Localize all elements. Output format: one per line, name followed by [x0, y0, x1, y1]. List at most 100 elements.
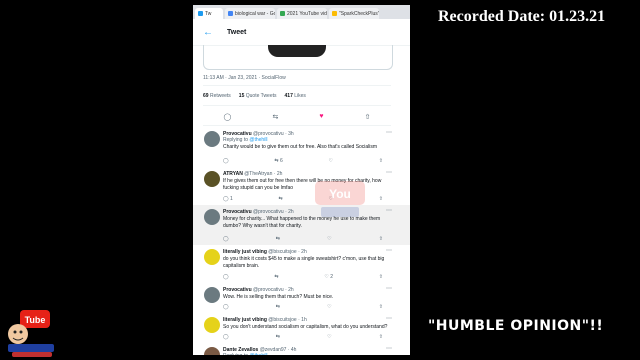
share-icon[interactable]: ⇧ [379, 274, 383, 280]
reply-tweet[interactable]: literally just vibing @biscuitsjoe · 1h ⋯… [193, 313, 410, 343]
reply-icon[interactable]: ◯ 1 [223, 196, 233, 202]
reply-author-handle[interactable]: @provocativu [253, 209, 284, 215]
reply-icon[interactable]: ◯ [223, 158, 229, 164]
avatar[interactable] [204, 131, 220, 147]
browser-tab[interactable]: Tw [195, 8, 223, 19]
arrow-left-icon[interactable]: ← [203, 27, 213, 38]
tweet-timestamp: 11:13 AM · Jan 23, 2021 · SocialFlow [203, 75, 286, 81]
more-icon[interactable]: ⋯ [386, 315, 392, 322]
retweet-icon-glyph: ⇆ [275, 304, 280, 310]
retweets-stat[interactable]: 69 Retweets [203, 93, 231, 99]
reply-time: · 4h [287, 347, 297, 353]
reply-icon[interactable]: ◯ [223, 304, 229, 310]
reply-author-name[interactable]: literally just vibing [223, 317, 267, 323]
heart-icon[interactable]: ♡ [327, 236, 331, 242]
reply-author-name[interactable]: literally just vibing [223, 249, 267, 255]
reply-icon-glyph: ◯ [223, 304, 229, 310]
tab-bar: Tw biological war - Google Se 2021 YouTube… [193, 5, 410, 19]
browser-tab[interactable]: biological war - Google Se [225, 8, 275, 19]
reply-tweet[interactable]: Provocativu @provocativu · 2h ⋯ Wow. He is… [193, 283, 410, 313]
more-icon[interactable]: ⋯ [386, 247, 392, 254]
heart-icon[interactable]: ♡ [327, 334, 331, 340]
replying-to-handle[interactable]: @thehill [249, 353, 267, 355]
reply-header: Provocativu @provocativu · 2h [223, 209, 294, 215]
replying-to-label: Replying to [223, 353, 248, 355]
reply-author-handle[interactable]: @biscuitsjoe [268, 249, 296, 255]
share-icon[interactable]: ⇧ [365, 113, 371, 121]
retweet-icon[interactable]: ⇆ [279, 196, 283, 202]
reply-tweet[interactable]: Dante Zevallos @zevdan97 · 4h⋯Replying t… [193, 343, 410, 355]
reply-tweet[interactable]: literally just vibing @biscuitsjoe · 2h ⋯… [193, 245, 410, 283]
avatar[interactable] [204, 249, 220, 265]
reply-author-handle[interactable]: @TheAtryan [244, 171, 272, 177]
reply-tweet[interactable]: ATRYAN @TheAtryan · 2h ⋯ If he gives them … [193, 167, 410, 205]
replying-to: Replying to @thehill [223, 353, 268, 355]
tweet-media[interactable] [203, 45, 393, 70]
retweet-icon[interactable]: ⇆ [272, 113, 278, 121]
share-icon[interactable]: ⇧ [379, 196, 383, 202]
retweet-icon[interactable]: ⇆ [276, 334, 280, 340]
share-icon[interactable]: ⇧ [379, 158, 383, 164]
divider [203, 125, 391, 126]
reply-icon[interactable]: ◯ [223, 274, 229, 280]
retweet-icon-glyph: ⇆ [274, 158, 279, 164]
reply-icon[interactable]: ◯ [224, 113, 232, 121]
replying-to-label: Replying to [223, 137, 249, 143]
heart-icon[interactable]: ♡ 2 [324, 274, 333, 280]
page-title: Tweet [227, 28, 247, 36]
avatar[interactable] [204, 317, 220, 333]
heart-icon[interactable]: ♡ [327, 304, 331, 310]
more-icon[interactable]: ⋯ [386, 207, 392, 214]
heart-icon[interactable]: ♥ [319, 113, 323, 121]
replying-to-handle[interactable]: @thehill [249, 137, 267, 143]
channel-logo: Tube [8, 310, 54, 357]
reply-tweet[interactable]: Provocativu @provocativu · 3h ⋯ Replying t… [193, 127, 410, 167]
browser-tab[interactable]: 2021 YouTube videos - Goo [277, 8, 327, 19]
retweet-icon[interactable]: ⇆ [276, 304, 280, 310]
more-icon[interactable]: ⋯ [386, 169, 392, 176]
reply-icon[interactable]: ◯ [223, 334, 229, 340]
share-icon[interactable]: ⇧ [379, 236, 383, 242]
more-icon[interactable]: ⋯ [386, 285, 392, 292]
share-icon[interactable]: ⇧ [379, 334, 383, 340]
avatar[interactable] [204, 171, 220, 187]
reply-icon-glyph: ◯ [223, 196, 229, 202]
tweet-header: ← Tweet [193, 19, 410, 46]
heart-icon[interactable]: ♡ [329, 158, 333, 164]
sweatshirt-image [268, 45, 326, 57]
action-count: 6 [279, 158, 283, 164]
reply-author-name[interactable]: Provocativu [223, 209, 252, 215]
quote-tweets-stat[interactable]: 15 Quote Tweets [239, 93, 277, 99]
humble-opinion-caption: "HUMBLE OPINION"!! [428, 318, 604, 334]
reply-author-handle[interactable]: @biscuitsjoe [268, 317, 296, 323]
reply-text: So you don't understand socialism or cap… [223, 324, 388, 330]
tab-label: "SparkCheckPlus" Online [339, 10, 379, 17]
reply-icon-glyph: ◯ [223, 236, 229, 242]
retweet-icon-glyph: ⇆ [275, 334, 280, 340]
reply-time: · 2h [285, 287, 294, 293]
heart-icon-glyph: ♡ [327, 334, 332, 340]
reply-author-name[interactable]: ATRYAN [223, 171, 243, 177]
retweet-icon[interactable]: ⇆ 6 [274, 158, 282, 164]
avatar[interactable] [204, 209, 220, 225]
retweet-icon[interactable]: ⇆ [276, 236, 280, 242]
reply-time: · 2h [285, 209, 294, 215]
reply-icon-glyph: ◯ [223, 158, 229, 164]
reply-author-name[interactable]: Provocativu [223, 287, 252, 293]
share-icon[interactable]: ⇧ [379, 304, 383, 310]
reply-icon[interactable]: ◯ [223, 236, 229, 242]
likes-stat[interactable]: 417 Likes [285, 93, 306, 99]
tab-favicon-icon [332, 11, 337, 16]
reply-text: Wow. He is selling them that much? Must … [223, 294, 334, 300]
retweet-icon-glyph: ⇆ [275, 236, 280, 242]
reply-tweet[interactable]: Provocativu @provocativu · 2h ⋯ Money for … [193, 205, 410, 245]
browser-tab[interactable]: "SparkCheckPlus" Online [329, 8, 379, 19]
more-icon[interactable]: ⋯ [386, 345, 392, 352]
avatar[interactable] [204, 287, 220, 303]
tab-favicon-icon [228, 11, 233, 16]
reply-author-handle[interactable]: @provocativu [253, 287, 284, 293]
more-icon[interactable]: ⋯ [386, 129, 392, 136]
retweet-icon[interactable]: ⇆ [274, 274, 278, 280]
reply-header: Provocativu @provocativu · 2h [223, 287, 294, 293]
avatar[interactable] [204, 347, 220, 355]
